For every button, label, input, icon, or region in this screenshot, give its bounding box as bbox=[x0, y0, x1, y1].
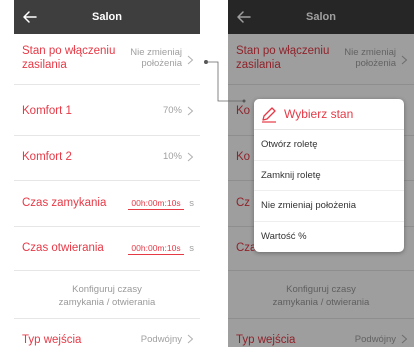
row-typ-wejscia[interactable]: Typ wejścia Podwójny bbox=[14, 318, 200, 347]
row-czas-zamykania: Czas zamykania 00h:00m:10s s bbox=[14, 181, 200, 227]
chevron-right-icon bbox=[187, 55, 194, 65]
option-close-blind[interactable]: Zamknij roletę bbox=[254, 161, 404, 191]
row-label: Stan po włączeniu bbox=[22, 45, 116, 57]
row-komfort-2[interactable]: Komfort 2 10% bbox=[14, 136, 200, 181]
row-value: Nie zmieniaj bbox=[130, 47, 182, 58]
configure-times-link[interactable]: Konfiguruj czasy zamykania / otwierania bbox=[14, 283, 200, 309]
chevron-right-icon bbox=[187, 334, 194, 344]
popup-title: Wybierz stan bbox=[284, 107, 354, 121]
header-bar: Salon bbox=[14, 0, 200, 34]
row-czas-otwierania: Czas otwierania 00h:00m:10s s bbox=[14, 227, 200, 271]
row-label: Komfort 2 bbox=[22, 151, 72, 163]
time-input[interactable]: 00h:00m:10s bbox=[128, 243, 184, 255]
row-value: Podwójny bbox=[140, 334, 182, 345]
select-state-popup: Wybierz stan Otwórz roletę Zamknij rolet… bbox=[254, 99, 404, 252]
row-label: Czas zamykania bbox=[22, 197, 107, 209]
time-input[interactable]: 00h:00m:10s bbox=[128, 198, 184, 210]
chevron-right-icon bbox=[187, 106, 194, 116]
pencil-icon bbox=[262, 107, 276, 123]
page-title: Salon bbox=[92, 11, 122, 23]
row-value: 10% bbox=[162, 151, 182, 162]
row-label: Typ wejścia bbox=[22, 334, 82, 346]
popup-header: Wybierz stan bbox=[254, 99, 404, 130]
option-percent-value[interactable]: Wartość % bbox=[254, 222, 404, 253]
row-value: położenia bbox=[141, 58, 182, 69]
configure-line: Konfiguruj czasy bbox=[72, 284, 142, 295]
configure-line: zamykania / otwierania bbox=[58, 297, 156, 308]
row-komfort-1[interactable]: Komfort 1 70% bbox=[14, 85, 200, 136]
unit-label: s bbox=[189, 243, 194, 254]
row-label: Komfort 1 bbox=[22, 105, 72, 117]
row-stan-po-wlaczeniu[interactable]: Stan po włączeniu zasilania Nie zmieniaj… bbox=[14, 34, 200, 85]
chevron-right-icon bbox=[187, 152, 194, 162]
arrow-left-icon[interactable] bbox=[20, 7, 40, 27]
option-open-blind[interactable]: Otwórz roletę bbox=[254, 130, 404, 161]
row-label: Czas otwierania bbox=[22, 242, 104, 254]
option-no-change[interactable]: Nie zmieniaj położenia bbox=[254, 191, 404, 222]
row-label: zasilania bbox=[22, 59, 67, 71]
unit-label: s bbox=[189, 198, 194, 209]
row-value: 70% bbox=[162, 105, 182, 116]
settings-screen-left: Salon Stan po włączeniu zasilania Nie zm… bbox=[14, 0, 200, 347]
